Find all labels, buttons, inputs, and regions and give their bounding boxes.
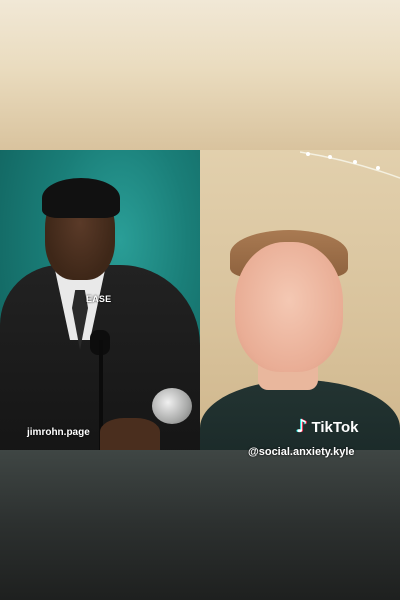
tiktok-note-icon: ♪ bbox=[296, 416, 308, 437]
creator-head bbox=[235, 242, 343, 372]
left-watermark: jimrohn.page bbox=[27, 427, 90, 438]
top-blurred-background bbox=[0, 0, 400, 150]
string-lights bbox=[300, 151, 400, 179]
right-video-panel[interactable]: ♪ TikTok bbox=[200, 150, 400, 450]
creator-shirt bbox=[200, 380, 400, 450]
award-trophy bbox=[152, 388, 192, 424]
bottom-blurred-background bbox=[0, 450, 400, 600]
video-caption: EASE bbox=[86, 294, 112, 304]
speaker-hair bbox=[42, 178, 120, 218]
tiktok-wordmark: TikTok bbox=[311, 418, 359, 436]
speaker-hand bbox=[100, 418, 160, 450]
tiktok-logo: ♪ TikTok bbox=[296, 418, 358, 436]
left-video-panel[interactable]: EASE jimrohn.page bbox=[0, 150, 200, 450]
tiktok-username[interactable]: @social.anxiety.kyle bbox=[248, 446, 355, 458]
